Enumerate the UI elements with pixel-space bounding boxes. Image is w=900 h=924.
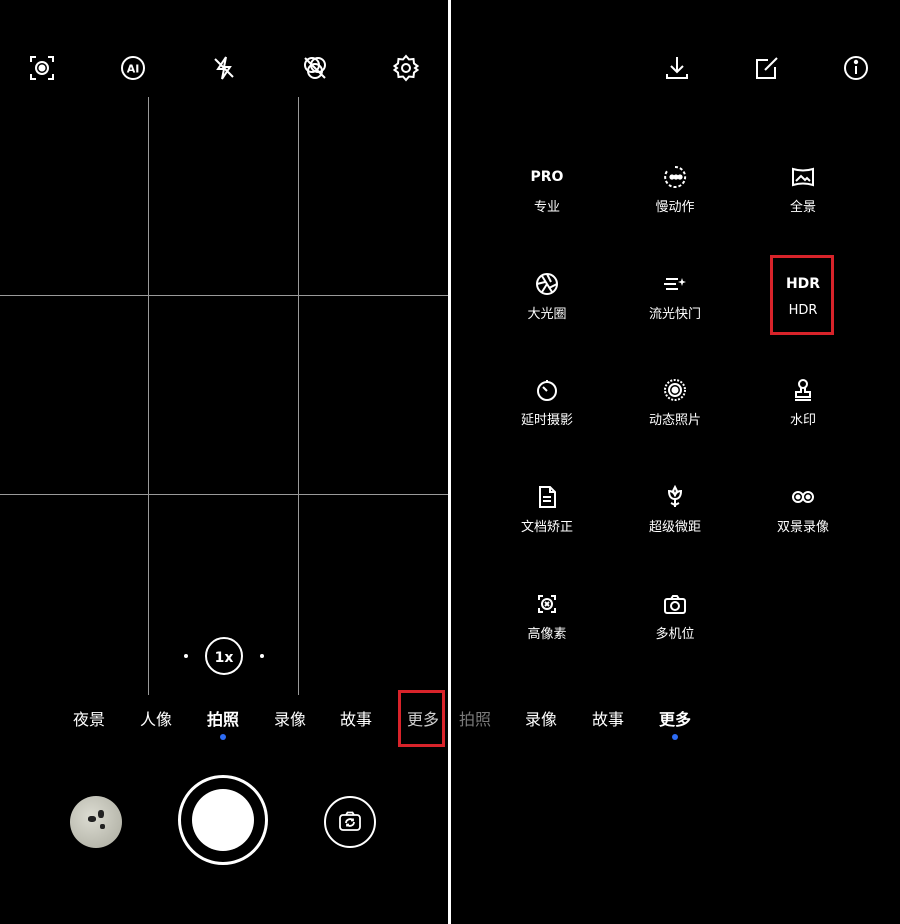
switch-camera-button[interactable] <box>324 796 376 848</box>
more-modes-panel: PRO 专业 慢动作 全景 大光圈 流光快门 HDR HDR 延时摄影 动态照片… <box>451 0 900 924</box>
edit-icon[interactable] <box>753 54 781 82</box>
mode-video[interactable]: 录像 <box>274 706 306 730</box>
mode-portrait[interactable]: 人像 <box>140 706 172 730</box>
timer-icon <box>487 377 607 403</box>
camera-viewfinder-panel: AI 1x 夜景 人像 拍照 录像 故事 更多 <box>0 0 448 924</box>
mode-tile-time-lapse[interactable]: 延时摄影 <box>487 377 607 428</box>
stamp-icon <box>743 377 863 403</box>
gallery-thumbnail[interactable] <box>70 796 122 848</box>
mode-tile-aperture[interactable]: 大光圈 <box>487 271 607 322</box>
mode-photo[interactable]: 拍照 <box>459 706 491 730</box>
tile-label: 专业 <box>533 200 560 215</box>
mode-tile-dual-view[interactable]: 双景录像 <box>743 484 863 535</box>
mode-night[interactable]: 夜景 <box>73 706 105 730</box>
shutter-button[interactable] <box>192 789 254 851</box>
document-icon <box>487 484 607 510</box>
light-trail-icon <box>615 271 735 297</box>
tile-label: 流光快门 <box>648 307 701 322</box>
highlight-box-more <box>398 690 445 747</box>
aperture-icon <box>487 271 607 297</box>
tile-label: 高像素 <box>527 627 567 642</box>
grid-line-horizontal <box>0 494 448 495</box>
tile-label: 延时摄影 <box>520 413 573 428</box>
mode-tile-light-trail[interactable]: 流光快门 <box>615 271 735 322</box>
zoom-dot[interactable] <box>184 654 188 658</box>
tile-label: 慢动作 <box>655 200 695 215</box>
live-photo-icon <box>615 377 735 403</box>
high-res-icon <box>487 591 607 617</box>
active-mode-indicator <box>672 734 678 740</box>
svg-text:AI: AI <box>127 63 140 76</box>
tile-label: 文档矫正 <box>520 520 573 535</box>
zoom-button[interactable]: 1x <box>205 637 243 675</box>
grid-line-vertical <box>298 97 299 695</box>
tile-label: 超级微距 <box>648 520 701 535</box>
tile-label: 多机位 <box>655 627 695 642</box>
panorama-icon <box>743 164 863 190</box>
tile-label: 全景 <box>789 200 816 215</box>
mode-tile-high-res[interactable]: 高像素 <box>487 591 607 642</box>
tile-label: 双景录像 <box>776 520 829 535</box>
gear-icon[interactable] <box>392 54 420 82</box>
mode-tile-pro[interactable]: PRO 专业 <box>487 164 607 215</box>
flower-icon <box>615 484 735 510</box>
info-icon[interactable] <box>842 54 870 82</box>
mode-tile-panorama[interactable]: 全景 <box>743 164 863 215</box>
tile-label: 水印 <box>789 413 816 428</box>
download-icon[interactable] <box>663 54 691 82</box>
ai-portrait-icon[interactable] <box>28 54 56 82</box>
pro-icon: PRO <box>530 169 564 185</box>
mode-tile-slow-motion[interactable]: 慢动作 <box>615 164 735 215</box>
mode-tile-watermark[interactable]: 水印 <box>743 377 863 428</box>
ai-icon[interactable]: AI <box>119 54 147 82</box>
switch-camera-icon <box>339 811 361 831</box>
mode-video[interactable]: 录像 <box>525 706 557 730</box>
mode-tile-document[interactable]: 文档矫正 <box>487 484 607 535</box>
mode-photo[interactable]: 拍照 <box>207 706 239 730</box>
mode-story[interactable]: 故事 <box>340 706 372 730</box>
tile-label: 大光圈 <box>527 307 567 322</box>
grid-line-horizontal <box>0 295 448 296</box>
mode-tile-multi-camera[interactable]: 多机位 <box>615 591 735 642</box>
tile-label: 动态照片 <box>648 413 701 428</box>
highlight-box-hdr <box>770 255 834 335</box>
dual-view-icon <box>743 484 863 510</box>
multi-camera-icon <box>615 591 735 617</box>
zoom-dot[interactable] <box>260 654 264 658</box>
mode-story[interactable]: 故事 <box>592 706 624 730</box>
slow-motion-icon <box>615 164 735 190</box>
mode-more[interactable]: 更多 <box>659 706 691 730</box>
filter-icon[interactable] <box>301 54 329 82</box>
mode-tile-live-photo[interactable]: 动态照片 <box>615 377 735 428</box>
flash-off-icon[interactable] <box>210 54 238 82</box>
mode-tile-macro[interactable]: 超级微距 <box>615 484 735 535</box>
active-mode-indicator <box>220 734 226 740</box>
grid-line-vertical <box>148 97 149 695</box>
